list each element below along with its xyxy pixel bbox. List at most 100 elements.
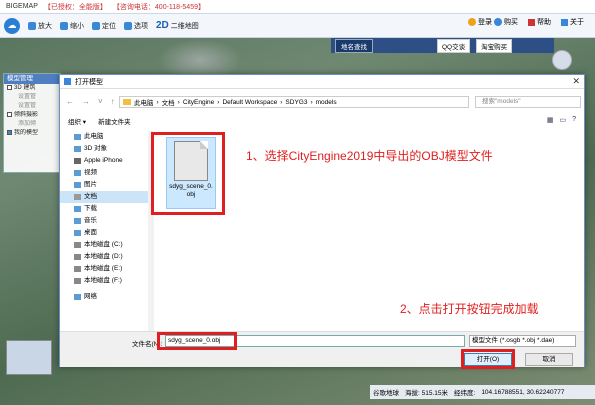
breadcrumb[interactable]: 此电脑 — [134, 97, 154, 107]
view-mode-icon[interactable]: ▦ — [547, 116, 554, 124]
checkbox[interactable] — [7, 84, 12, 90]
chevron-down-icon[interactable]: ˅ — [98, 97, 103, 106]
taobao-buy-button[interactable]: 淘宝购买 — [476, 38, 513, 53]
tree-label: 图片 — [84, 181, 97, 188]
nav-buttons: ← → ˅ ↑ — [66, 97, 115, 106]
login-button[interactable]: 登录 — [468, 17, 492, 27]
main-toolbar: ☁ 放大 缩小 定位 选项 2D 二维地图 登录 购买 帮助 关于 — [0, 14, 595, 38]
breadcrumb[interactable]: CityEngine — [183, 99, 214, 106]
back-icon[interactable]: ← — [66, 97, 74, 106]
organize-button[interactable]: 组织 ▾ — [68, 116, 86, 126]
app-icon — [64, 78, 71, 85]
tree-item-documents[interactable]: 文档 — [60, 191, 148, 203]
help-icon[interactable]: ? — [572, 116, 576, 124]
zoom-in-icon — [28, 21, 36, 30]
tree-item-iphone[interactable]: Apple iPhone — [60, 155, 148, 167]
filetype-select[interactable]: 模型文件 (*.osgb *.obj *.dae) — [469, 335, 576, 347]
coords-readout: 104.16788551, 30.62240777 — [481, 388, 565, 396]
dialog-footer: 文件名(N): sdyg_scene_0.obj 模型文件 (*.osgb *.… — [60, 331, 584, 369]
preview-pane-icon[interactable]: ▭ — [559, 116, 566, 124]
buy-button[interactable]: 购买 — [494, 17, 518, 27]
checkbox[interactable] — [7, 129, 12, 135]
tree-label: Apple iPhone — [84, 157, 123, 164]
compass-control[interactable] — [552, 50, 572, 70]
app-title: BIGEMAP — [6, 3, 38, 10]
computer-icon — [74, 134, 81, 140]
layer-my-models[interactable]: 我的模型 — [4, 129, 60, 138]
map-source: 谷歌地球 — [373, 390, 399, 397]
close-icon[interactable]: ✕ — [572, 76, 580, 87]
zoom-out-button[interactable]: 缩小 — [60, 21, 84, 31]
tree-item-drive-c[interactable]: 本地磁盘 (C:) — [60, 239, 148, 251]
zoom-in-label: 放大 — [38, 22, 52, 30]
options-button[interactable]: 选项 — [124, 21, 148, 31]
layer-label: 我的模型 — [14, 130, 39, 136]
help-button[interactable]: 帮助 — [528, 17, 551, 27]
info-icon — [561, 18, 568, 26]
place-search-button[interactable]: 地名查找 — [335, 38, 373, 53]
chevron-right-icon: › — [217, 98, 220, 106]
up-icon[interactable]: ↑ — [111, 97, 115, 106]
hotline-text: 【咨询电话：400-118-5459】 — [112, 3, 205, 11]
layer-add-oblique[interactable]: 添加倾 — [4, 120, 60, 129]
tree-item-downloads[interactable]: 下载 — [60, 203, 148, 215]
zoom-out-icon — [60, 21, 68, 30]
dialog-title-bar: 打开模型 — [60, 75, 584, 89]
tree-item-pictures[interactable]: 图片 — [60, 179, 148, 191]
buy-label: 购买 — [504, 19, 518, 26]
drive-icon — [74, 278, 81, 284]
desktop-icon — [74, 230, 81, 236]
document-icon — [74, 194, 81, 200]
checkbox[interactable] — [7, 111, 12, 117]
breadcrumb[interactable]: models — [316, 99, 337, 106]
layer-setting[interactable]: 设置管 — [4, 102, 60, 111]
tree-item-drive-f[interactable]: 本地磁盘 (F:) — [60, 275, 148, 287]
gear-icon — [124, 21, 132, 30]
tree-item-drive-d[interactable]: 本地磁盘 (D:) — [60, 251, 148, 263]
qq-chat-button[interactable]: QQ交谈 — [437, 38, 471, 53]
navigation-pane: 此电脑 3D 对象 Apple iPhone 视频 图片 文档 下载 音乐 桌面… — [60, 131, 148, 331]
breadcrumb[interactable]: 文档 — [162, 97, 175, 107]
tree-item-desktop[interactable]: 桌面 — [60, 227, 148, 239]
chevron-right-icon: › — [177, 98, 180, 106]
mode-2d-icon[interactable]: 2D — [156, 20, 169, 31]
tree-label: 3D 对象 — [84, 145, 108, 152]
app-logo-icon: ☁ — [4, 17, 20, 34]
cart-icon — [494, 18, 502, 26]
tree-item-drive-e[interactable]: 本地磁盘 (E:) — [60, 263, 148, 275]
tree-item-3d-objects[interactable]: 3D 对象 — [60, 143, 148, 155]
zoom-out-label: 缩小 — [70, 22, 84, 30]
help-label: 帮助 — [537, 19, 551, 26]
breadcrumb[interactable]: SDYG3 — [285, 99, 307, 106]
mode-2d-button[interactable]: 二维地图 — [171, 21, 199, 31]
tree-item-network[interactable]: 网络 — [60, 291, 148, 303]
zoom-in-button[interactable]: 放大 — [28, 21, 52, 31]
tree-item-videos[interactable]: 视频 — [60, 167, 148, 179]
about-button[interactable]: 关于 — [561, 17, 584, 27]
search-input[interactable]: 搜索"models" — [475, 96, 581, 108]
drive-icon — [74, 266, 81, 272]
layer-oblique[interactable]: 倾斜摄影 — [4, 111, 60, 120]
panel-title: 模型管理 — [4, 74, 60, 84]
music-icon — [74, 218, 81, 224]
login-label: 登录 — [478, 19, 492, 26]
title-bar: BIGEMAP 【已授权：全能版】 【咨询电话：400-118-5459】 — [0, 0, 595, 14]
cube-icon — [74, 146, 81, 152]
layer-setting[interactable]: 设置管 — [4, 93, 60, 102]
layer-3d-buildings[interactable]: 3D 建筑 — [4, 84, 60, 93]
tree-item-music[interactable]: 音乐 — [60, 215, 148, 227]
locate-button[interactable]: 定位 — [92, 21, 116, 31]
address-bar[interactable]: 此电脑 › 文档 › CityEngine › Default Workspace › … — [119, 96, 469, 108]
network-icon — [74, 294, 81, 300]
new-folder-button[interactable]: 新建文件夹 — [98, 116, 131, 126]
breadcrumb[interactable]: Default Workspace — [222, 99, 277, 106]
help-icon — [528, 18, 535, 26]
tree-item-this-pc[interactable]: 此电脑 — [60, 131, 148, 143]
forward-icon[interactable]: → — [82, 97, 90, 106]
options-label: 选项 — [134, 22, 148, 30]
layer-label: 3D 建筑 — [14, 85, 36, 91]
map-search-bar: 地名查找 QQ交谈 淘宝购买 — [331, 38, 554, 53]
cancel-button[interactable]: 取消 — [525, 353, 573, 366]
tree-label: 文档 — [84, 193, 97, 200]
overview-map[interactable] — [6, 340, 52, 375]
